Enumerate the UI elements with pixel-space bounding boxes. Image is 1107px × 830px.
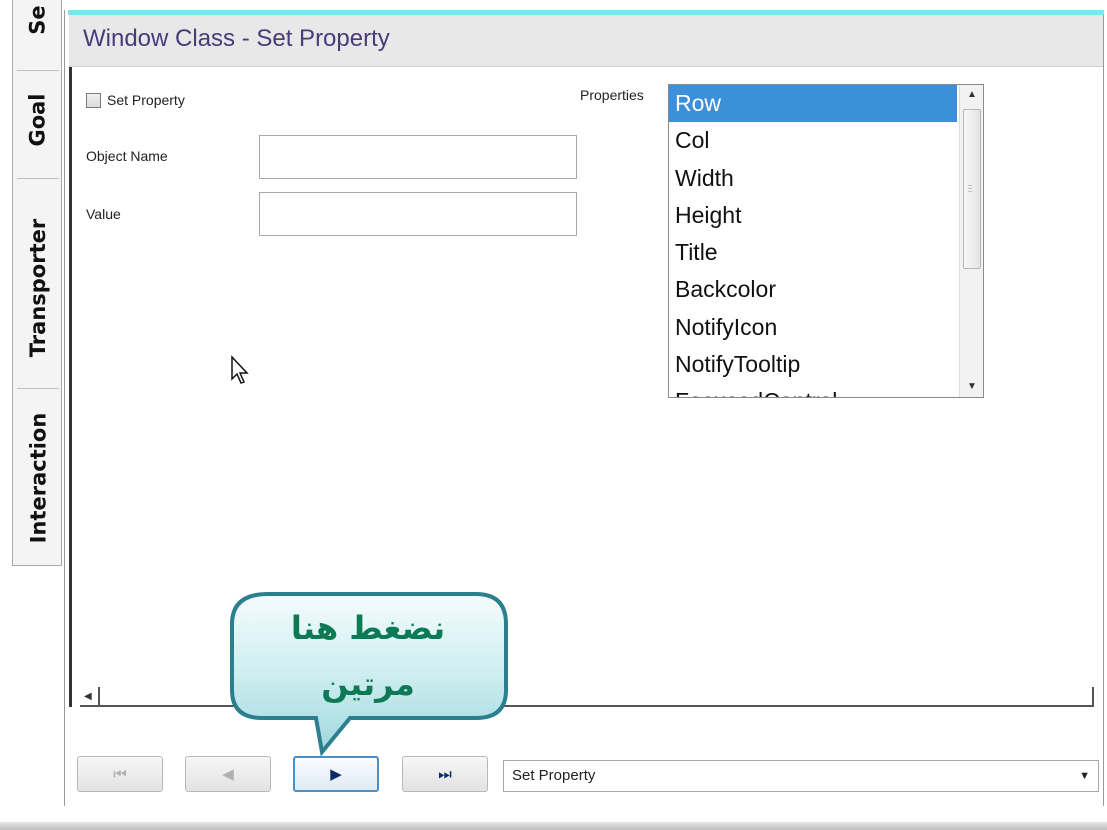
side-tabs: Se Goal Transporter Interaction (12, 0, 62, 566)
bottom-border (0, 822, 1107, 830)
previous-step-button[interactable]: ◀ (185, 756, 271, 792)
list-item[interactable]: NotifyTooltip (669, 346, 957, 383)
tab-se[interactable]: Se (13, 0, 63, 40)
tab-separator (17, 178, 59, 179)
form-area: Set Property Object Name Value Propertie… (69, 67, 1103, 707)
main-panel: Window Class - Set Property Set Property… (64, 4, 1107, 810)
scroll-thumb[interactable]: – – – (963, 109, 981, 269)
step-select[interactable]: Set Property ▼ (503, 760, 1099, 792)
scroll-left-icon[interactable]: ◀ (84, 691, 92, 702)
tab-separator (17, 70, 59, 71)
list-item[interactable]: Col (669, 122, 957, 159)
tab-interaction-label: Interaction (26, 412, 51, 544)
callout-line-2: مرتين (321, 665, 415, 703)
mouse-cursor-icon (231, 355, 249, 384)
scroll-down-icon[interactable]: ▼ (960, 377, 983, 397)
step-select-value: Set Property (512, 767, 596, 784)
tab-separator (17, 388, 59, 389)
value-label: Value (86, 206, 121, 222)
tab-transporter-label: Transporter (26, 218, 51, 358)
tab-se-label: Se (26, 5, 50, 35)
list-item[interactable]: Height (669, 197, 957, 234)
list-item[interactable]: Title (669, 234, 957, 271)
list-item[interactable]: Width (669, 160, 957, 197)
value-field[interactable] (259, 192, 577, 236)
scroll-divider (98, 687, 100, 707)
object-name-field[interactable] (259, 135, 577, 179)
grip-icon: – – – (968, 182, 972, 195)
tab-goal-label: Goal (26, 93, 51, 147)
set-property-checkbox-label: Set Property (107, 92, 185, 108)
callout-text: نضغط هنا مرتين (234, 600, 502, 712)
list-item[interactable]: Row (669, 85, 957, 123)
first-step-button[interactable]: ⏮ (77, 756, 163, 792)
properties-listbox[interactable]: Row Col Width Height Title Backcolor Not… (668, 84, 984, 398)
object-name-label: Object Name (86, 148, 168, 164)
listbox-scrollbar[interactable]: ▲ – – – ▼ (959, 85, 983, 397)
tab-goal[interactable]: Goal (13, 80, 63, 160)
side-tab-strip: Se Goal Transporter Interaction (0, 0, 64, 830)
list-item[interactable]: FocusedControl (669, 383, 957, 397)
callout-line-1: نضغط هنا (290, 609, 446, 647)
list-item[interactable]: Backcolor (669, 271, 957, 308)
set-property-checkbox[interactable] (86, 92, 101, 108)
scroll-up-icon[interactable]: ▲ (960, 85, 983, 105)
properties-label: Properties (580, 87, 644, 103)
next-step-button[interactable]: ▶ (293, 756, 379, 792)
list-item[interactable]: NotifyIcon (669, 309, 957, 346)
horizontal-scrollbar[interactable]: ◀ (80, 687, 1094, 707)
tab-interaction[interactable]: Interaction (13, 398, 63, 558)
set-property-checkbox-row[interactable]: Set Property (86, 92, 185, 108)
page-title: Window Class - Set Property (83, 25, 390, 52)
last-step-button[interactable]: ⏭ (402, 756, 488, 792)
tab-transporter[interactable]: Transporter (13, 198, 63, 378)
chevron-down-icon[interactable]: ▼ (1079, 761, 1090, 791)
panel-header: Window Class - Set Property (69, 15, 1103, 67)
